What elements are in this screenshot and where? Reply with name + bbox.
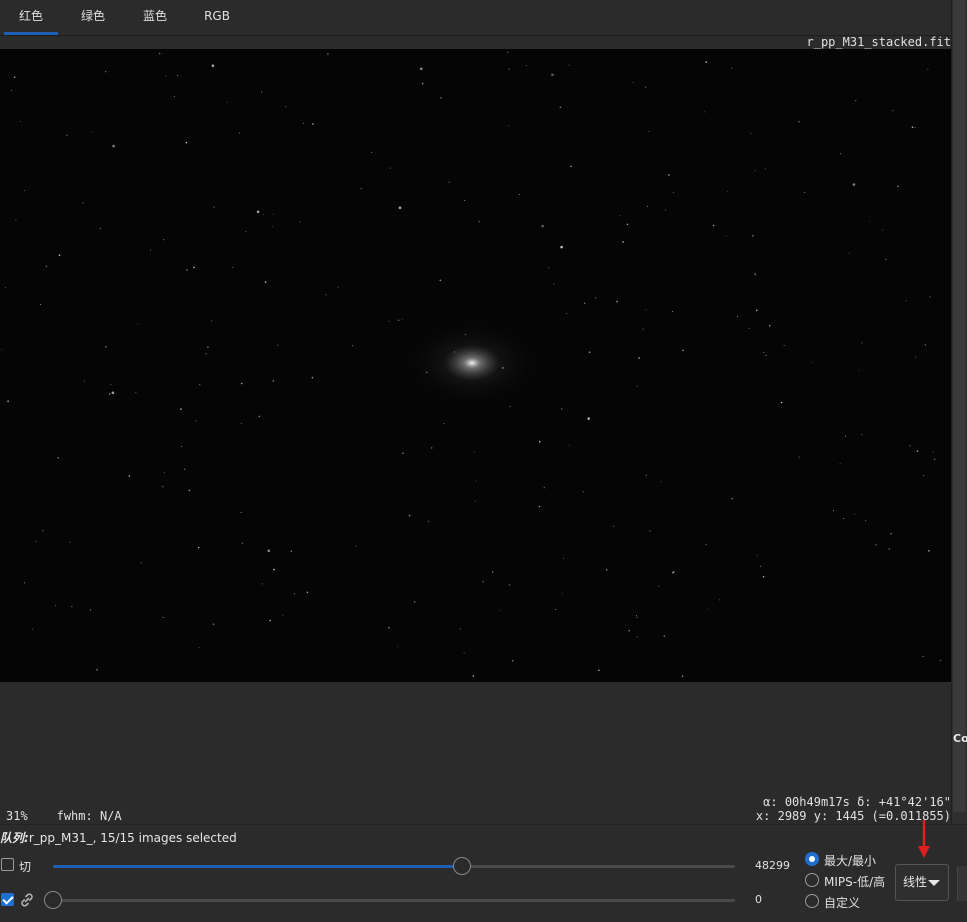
tab-green[interactable]: 绿色 (66, 0, 120, 35)
tab-red[interactable]: 红色 (4, 0, 58, 35)
cut-checkbox[interactable] (1, 858, 14, 871)
sequence-info: 队列:r_pp_M31_, 15/15 images selected (0, 829, 237, 846)
chevron-down-icon (928, 880, 940, 886)
scale-type-value: 线性 (903, 875, 928, 889)
high-threshold-slider[interactable] (53, 865, 735, 868)
low-slider-handle[interactable] (44, 891, 62, 909)
low-slider-value: 0 (755, 893, 762, 906)
radio-custom[interactable] (805, 894, 819, 908)
image-canvas[interactable] (0, 49, 951, 682)
sequence-text: r_pp_M31_, 15/15 images selected (28, 831, 237, 845)
radio-mips[interactable] (805, 873, 819, 887)
celestial-coordinates: α: 00h49m17s δ: +41°42'16" (763, 795, 951, 809)
fwhm-readout: fwhm: N/A (56, 809, 122, 823)
radio-minmax-label[interactable]: 最大/最小 (824, 852, 876, 869)
far-right-button[interactable] (957, 866, 967, 901)
cut-label: 切 (19, 860, 32, 874)
tab-rgb[interactable]: RGB (190, 0, 244, 35)
scale-type-dropdown[interactable]: 线性 (895, 864, 949, 901)
side-panel-label: Co (953, 732, 967, 745)
radio-minmax[interactable] (805, 852, 819, 866)
zoom-level: 31% (6, 809, 28, 823)
channel-tab-bar: 红色 绿色 蓝色 RGB (0, 0, 951, 36)
low-threshold-slider[interactable] (53, 899, 735, 902)
link-checkbox[interactable] (1, 893, 14, 906)
sequence-prefix: 队列: (0, 831, 29, 845)
side-panel-edge (951, 0, 967, 921)
radio-custom-label[interactable]: 自定义 (824, 894, 860, 911)
high-slider-fill (53, 865, 463, 868)
star-field-image (0, 49, 951, 682)
tab-blue[interactable]: 蓝色 (128, 0, 182, 35)
side-panel-scrollbar[interactable] (953, 0, 965, 812)
galaxy-core (402, 318, 542, 408)
high-slider-value: 48299 (755, 859, 790, 872)
annotation-arrow-icon (918, 820, 930, 858)
status-zoom-fwhm: 31% fwhm: N/A (6, 809, 122, 823)
link-icon (21, 893, 33, 907)
radio-mips-label[interactable]: MIPS-低/高 (824, 873, 885, 890)
image-filename: r_pp_M31_stacked.fit (806, 35, 952, 49)
